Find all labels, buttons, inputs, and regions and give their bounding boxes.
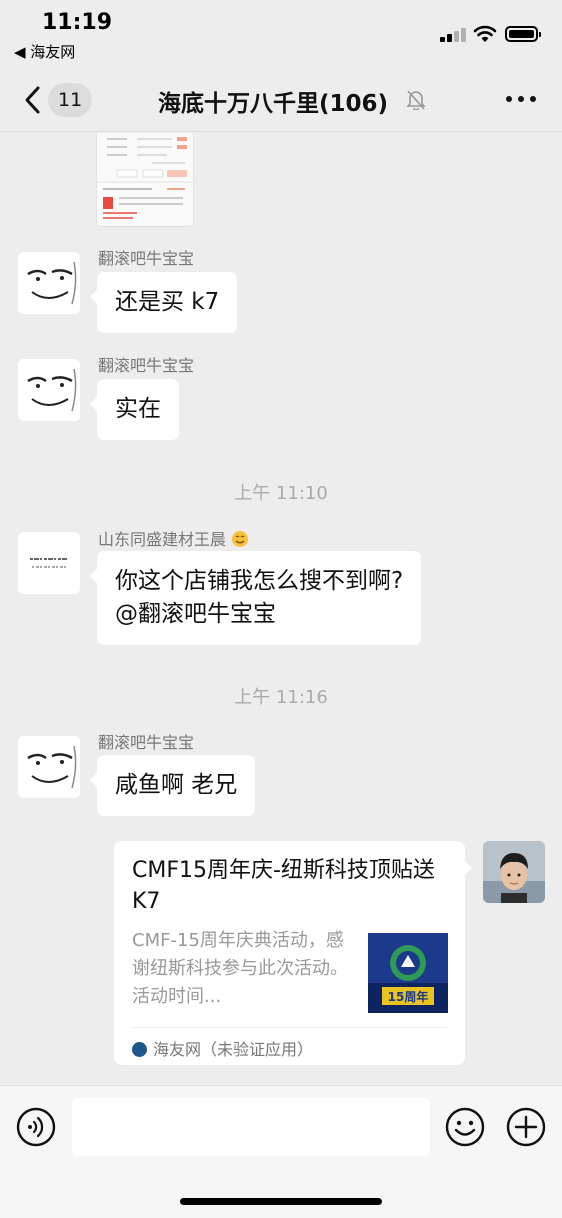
sender-name-text: 山东同盛建材王晨 [98,530,227,549]
link-card-title: CMF15周年庆-纽斯科技顶贴送 K7 [132,858,435,914]
app-logo-icon [132,1042,147,1057]
link-card-thumbnail: 15周年 [368,933,448,1013]
message-text: 你这个店铺我怎么搜不到啊? [115,568,404,594]
link-card[interactable]: CMF15周年庆-纽斯科技顶贴送 K7 CMF-15周年庆典活动，感谢纽斯科技参… [114,841,472,1065]
avatar[interactable] [18,532,80,594]
message-bubble[interactable]: 实在 [90,379,179,440]
my-avatar[interactable] [483,841,545,903]
sender-name: 翻滚吧牛宝宝 [98,249,195,268]
plus-circle-icon[interactable] [506,1107,546,1147]
page-title: 海底十万八千里(106) [158,91,389,117]
wifi-icon [473,25,497,42]
sender-name: 翻滚吧牛宝宝 [98,733,195,752]
more-dots-icon[interactable] [506,96,536,104]
message-item: 山东同盛建材王晨 你这个店铺我怎么搜不到啊? @翻滚吧牛宝宝 [0,526,562,646]
chat-header: 11 海底十万八千里(106) [0,68,562,132]
emoji-icon[interactable] [445,1107,485,1147]
avatar[interactable] [18,252,80,314]
status-bar: 11:19 ◀ 海友网 [0,0,562,68]
message-item: 翻滚吧牛宝宝 还是买 k7 [0,245,562,335]
mention-text[interactable]: @翻滚吧牛宝宝 [115,598,403,631]
voice-icon[interactable] [16,1107,56,1147]
status-time: 11:19 [42,10,113,35]
bell-off-icon [406,90,426,110]
thumbnail-label: 15周年 [388,989,429,1004]
unread-badge[interactable]: 11 [48,83,93,117]
message-item: 翻滚吧牛宝宝 咸鱼啊 老兄 [0,729,562,819]
message-bubble[interactable]: 还是买 k7 [89,272,238,333]
sender-name: 山东同盛建材王晨 [98,526,249,550]
smile-emoji-icon [232,531,249,547]
timestamp: 上午 11:10 [234,483,328,504]
message-item: 翻滚吧牛宝宝 实在 [0,352,562,442]
message-bubble[interactable]: 咸鱼啊 老兄 [89,755,256,816]
message-bubble[interactable]: 你这个店铺我怎么搜不到啊? @翻滚吧牛宝宝 [89,551,422,645]
avatar[interactable] [18,736,80,798]
link-card-description: CMF-15周年庆典活动，感谢纽斯科技参与此次活动。活动时间... [132,930,348,1007]
avatar[interactable] [18,359,80,421]
link-card-source-text: 海友网（未验证应用） [153,1040,314,1059]
image-message-thumbnail[interactable] [97,133,193,226]
message-list[interactable]: 翻滚吧牛宝宝 还是买 k7 翻滚吧牛宝宝 实在 上午 11:10 山东同盛建材王… [0,133,562,1085]
sender-name: 翻滚吧牛宝宝 [98,356,195,375]
chevron-left-icon[interactable] [18,82,48,118]
home-indicator[interactable] [180,1198,382,1205]
back-to-app-link[interactable]: ◀ 海友网 [14,41,75,62]
signal-icon [440,26,468,42]
link-card-source: 海友网（未验证应用） [132,1027,447,1060]
message-input[interactable] [72,1098,430,1156]
timestamp: 上午 11:16 [234,687,328,708]
battery-icon [505,26,541,42]
